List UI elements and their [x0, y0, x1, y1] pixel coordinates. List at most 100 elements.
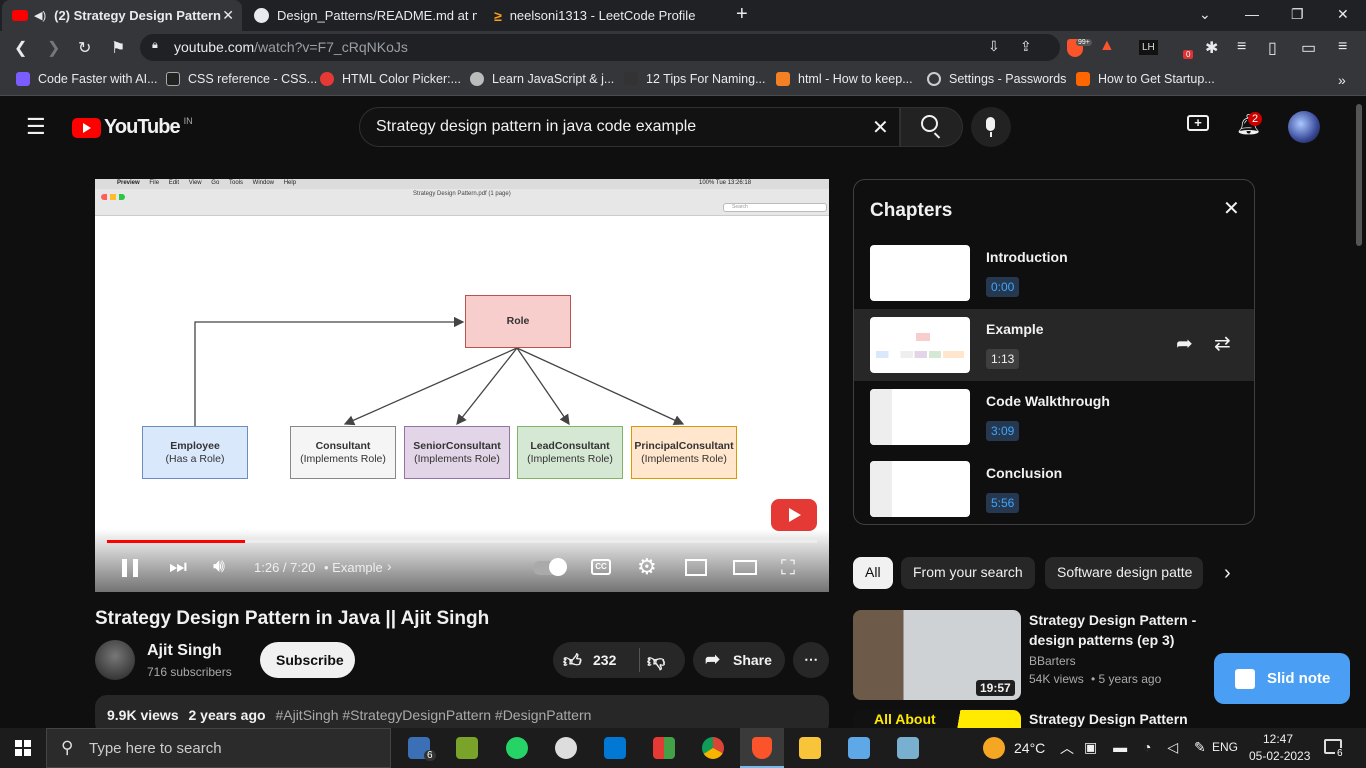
weather-icon[interactable]	[983, 737, 1005, 759]
recommendation-item[interactable]: All About Strategy Design Pattern	[853, 710, 1255, 728]
chapter-item[interactable]: Introduction 0:00	[854, 237, 1254, 309]
tab-github[interactable]: Design_Patterns/README.md at main	[244, 0, 480, 31]
url-field[interactable]: 🔒︎ youtube.com/watch?v=F7_cRqNKoJs ⇩ ⇪	[140, 34, 1060, 61]
back-icon[interactable]: ❮	[14, 38, 27, 58]
bookmark-item[interactable]: How to Get Startup...	[1076, 72, 1215, 86]
subscribe-button[interactable]: Subscribe	[260, 642, 355, 678]
bookmark-item[interactable]: Learn JavaScript & j...	[470, 72, 614, 86]
bookmark-icon[interactable]: ⚑	[111, 38, 125, 58]
fullscreen-icon[interactable]: ⛶	[781, 557, 795, 580]
extensions-icon[interactable]: ✱	[1205, 38, 1218, 58]
close-icon[interactable]: ✕	[1223, 196, 1240, 221]
tray-icons[interactable]: ▣ ▬ ◔ ◁ ✎	[1084, 739, 1212, 756]
close-window-icon[interactable]: ✕	[1337, 6, 1349, 23]
youtube-masthead: ☰ YouTube IN Strategy design pattern in …	[0, 96, 1366, 156]
captions-icon[interactable]: CC	[591, 559, 611, 575]
bookmarks-overflow-icon[interactable]: »	[1338, 72, 1346, 88]
youtube-watermark-icon[interactable]	[771, 499, 817, 531]
taskbar-search-input[interactable]: ⚲ Type here to search	[46, 728, 391, 768]
slid-note-button[interactable]: Slid note	[1214, 653, 1350, 704]
tray-chevron-up-icon[interactable]: ︿	[1060, 738, 1074, 758]
video-player[interactable]: Preview File Edit View Go Tools Window H…	[95, 179, 829, 592]
chapter-item[interactable]: Code Walkthrough 3:09	[854, 381, 1254, 453]
channel-avatar[interactable]	[95, 640, 135, 680]
share-button[interactable]: ➦ Share	[693, 642, 785, 678]
theater-mode-icon[interactable]	[733, 560, 757, 575]
brave-rewards-icon[interactable]: ▲	[1099, 37, 1115, 55]
next-icon[interactable]: ⏭︎	[169, 556, 187, 579]
channel-name[interactable]: Ajit Singh	[147, 642, 222, 660]
app-grid-icon[interactable]	[653, 737, 675, 759]
chip-all[interactable]: All	[853, 557, 893, 589]
page-scrollbar[interactable]	[1356, 104, 1362, 246]
language-indicator[interactable]: ENG	[1212, 740, 1238, 754]
create-icon[interactable]: +	[1187, 115, 1209, 131]
speaker-icon[interactable]: ◀)	[34, 9, 46, 22]
settings-gear-icon[interactable]: ⚙	[637, 554, 657, 580]
youtube-logo[interactable]: YouTube IN	[72, 116, 193, 139]
search-input[interactable]: Strategy design pattern in java code exa…	[359, 107, 900, 147]
chapter-item[interactable]: Conclusion 5:56	[854, 453, 1254, 524]
tab-youtube[interactable]: ◀) (2) Strategy Design Pattern in Ja ✕	[2, 0, 242, 31]
voice-search-button[interactable]	[971, 107, 1011, 147]
chart-app-icon[interactable]	[456, 737, 478, 759]
notes-app-icon[interactable]	[897, 737, 919, 759]
bookmark-item[interactable]: 12 Tips For Naming...	[624, 72, 766, 86]
close-tab-icon[interactable]: ✕	[222, 7, 234, 24]
video-title: Strategy Design Pattern in Java || Ajit …	[95, 608, 490, 629]
clock-time[interactable]: 12:47	[1263, 732, 1293, 746]
more-actions-button[interactable]: ⋯	[793, 642, 829, 678]
forward-icon[interactable]: ❯	[47, 38, 60, 58]
recommendation-item[interactable]: 19:57 Strategy Design Pattern - design p…	[853, 610, 1255, 702]
whatsapp-icon[interactable]	[506, 737, 528, 759]
avatar[interactable]	[1288, 111, 1320, 143]
chrome-icon[interactable]	[702, 737, 724, 759]
install-icon[interactable]: ⇩	[988, 38, 1000, 55]
sidebar-icon[interactable]: ▯	[1268, 38, 1277, 58]
loop-icon[interactable]: ⇄	[1214, 331, 1231, 356]
reload-icon[interactable]: ↻	[78, 38, 91, 58]
hashtags[interactable]: #AjitSingh #StrategyDesignPattern #Desig…	[275, 707, 591, 723]
minimize-icon[interactable]: —	[1245, 6, 1259, 22]
cube-app-icon[interactable]	[848, 737, 870, 759]
search-button[interactable]	[900, 107, 963, 147]
media-player-icon[interactable]	[555, 737, 577, 759]
playlist-icon[interactable]: ≡	[1237, 38, 1246, 56]
hamburger-menu-icon[interactable]: ☰	[26, 114, 46, 140]
temperature[interactable]: 24°C	[1014, 740, 1045, 756]
brave-taskbar-active[interactable]	[740, 728, 784, 768]
tab-search-icon[interactable]: ⌄	[1199, 6, 1211, 23]
tab-leetcode[interactable]: ≥ neelsoni1313 - LeetCode Profile	[484, 0, 720, 31]
volume-icon[interactable]: 🔊︎	[213, 556, 225, 578]
view-count: 9.9K views	[107, 707, 179, 723]
chevron-right-icon[interactable]: ›	[387, 558, 392, 574]
file-explorer-icon[interactable]	[799, 737, 821, 759]
chip-from-your-search[interactable]: From your search	[901, 557, 1035, 589]
share-icon[interactable]: ➦	[1176, 331, 1193, 356]
new-tab-button[interactable]: +	[736, 3, 748, 26]
bookmark-item[interactable]: Code Faster with AI...	[16, 72, 158, 86]
miniplayer-icon[interactable]	[685, 559, 707, 576]
bookmark-item[interactable]: HTML Color Picker:...	[320, 72, 461, 86]
extension-lh-icon[interactable]: LH	[1139, 40, 1158, 55]
time-display: 1:26 / 7:20	[254, 560, 316, 575]
wallet-icon[interactable]: ▭	[1301, 38, 1316, 58]
like-button[interactable]: 👍︎	[563, 650, 582, 672]
progress-bar[interactable]	[107, 540, 817, 543]
chip-software-design[interactable]: Software design patte	[1045, 557, 1203, 589]
share-page-icon[interactable]: ⇪	[1020, 38, 1032, 55]
dislike-button[interactable]: 👎︎	[647, 650, 665, 672]
clock-date[interactable]: 05-02-2023	[1249, 749, 1310, 763]
bookmark-item[interactable]: html - How to keep...	[776, 72, 913, 86]
clear-search-icon[interactable]: ✕	[872, 115, 889, 140]
bookmark-item[interactable]: Settings - Passwords	[927, 72, 1066, 86]
windows-start-icon[interactable]	[15, 740, 31, 756]
chevron-right-icon[interactable]: ›	[1224, 562, 1231, 585]
vscode-icon[interactable]	[604, 737, 626, 759]
chapter-item[interactable]: Example 1:13 ➦ ⇄	[854, 309, 1254, 381]
pause-icon[interactable]	[122, 559, 138, 577]
bookmark-item[interactable]: CSS reference - CSS...	[166, 72, 317, 86]
maximize-icon[interactable]: ❐	[1291, 6, 1304, 23]
chapter-label[interactable]: • Example	[324, 560, 383, 575]
menu-icon[interactable]: ≡	[1338, 38, 1347, 56]
